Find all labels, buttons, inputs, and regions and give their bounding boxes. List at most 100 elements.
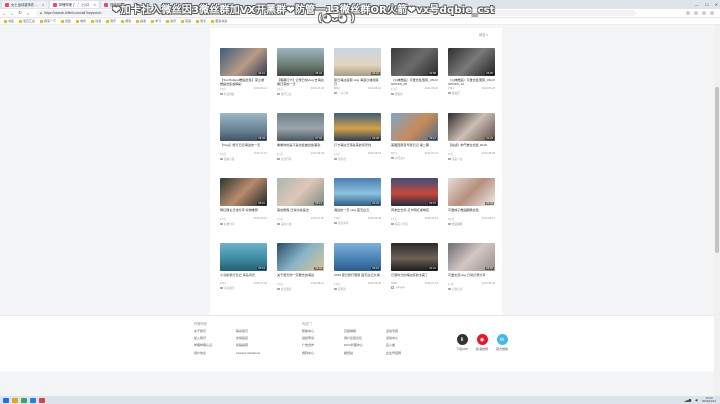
bookmark-item[interactable]: 音乐 [106,19,116,23]
video-title[interactable]: 关于夏天你一定要去的海边 [277,273,324,281]
video-card[interactable]: 04:57 周末出去玩 打卡网红咖啡店 1.1万 2019-06-15 探店小分队 [391,178,438,234]
video-author[interactable]: 旅行日记 [277,92,324,96]
bookmark-item[interactable]: 我来一下 [40,19,56,23]
footer-link[interactable]: 名人堂 [386,343,428,347]
start-menu-icon[interactable] [3,397,9,403]
video-card[interactable]: 03:05 （火神舞蹈）可爱合集混剪_4SUX SHOKS_12 9741 2019-… [448,48,495,104]
video-thumbnail[interactable]: 04:26 [448,113,495,141]
extension-icon[interactable] [694,11,698,15]
maximize-icon[interactable]: ☐ [705,2,709,7]
footer-app-button[interactable]: ✉ 官方微信 [496,334,508,351]
video-title[interactable]: 夏日海边度假 vlog 海浪沙滩和落日 [334,78,381,86]
video-author[interactable]: 生活百科 [277,157,324,161]
bookmark-item[interactable]: 资讯 [166,19,176,23]
footer-link[interactable]: 企业号官网 [386,351,428,355]
footer-link[interactable]: 哔哩哔哩认证 [194,343,236,347]
video-thumbnail[interactable]: 03:16 [334,243,381,271]
video-title[interactable]: 海边的一天 vlog 蓝天白云 [334,208,381,216]
video-card[interactable]: 05:42 【假期打卡】记录日常vlog 去海边看日落的一天 2.1万 2019-07… [277,48,324,104]
video-thumbnail[interactable]: 03:05 [448,48,495,76]
video-title[interactable]: 可爱女孩vlog 日常记录分享 [448,273,495,281]
footer-link[interactable]: 友情链接 [236,336,278,340]
video-card[interactable]: 03:33 海边的一天 vlog 蓝天白云 7712 2019-08-09 蓝色海洋 [334,178,381,234]
video-author[interactable]: 夏日限定 [277,287,324,291]
footer-link[interactable]: MCN管理中心 [344,343,386,347]
bookmark-item[interactable]: 搞笑 [136,19,146,23]
extension-icon[interactable] [702,11,706,15]
video-title[interactable]: 【假期打卡】记录日常vlog 去海边看日落的一天 [277,78,324,86]
video-author[interactable]: 探店小分队 [391,222,438,226]
video-thumbnail[interactable]: 06:05 [448,243,495,271]
video-author[interactable]: 旅拍小组 [220,157,267,161]
video-thumbnail[interactable]: 03:21 [220,48,267,76]
bookmark-item[interactable]: 书签 [4,19,14,23]
footer-link[interactable]: 关于我们 [194,329,236,333]
video-card[interactable]: 08:14 美妆教程 日常淡妆画法 4.4万 2019-07-30 美妆小课 [277,178,324,234]
video-author[interactable]: 舞蹈区 [391,92,438,96]
page-scrollbar[interactable] [714,25,720,396]
footer-app-button[interactable]: ◉ 新浪微博 [476,334,488,351]
tab-close-icon[interactable]: ✕ [93,3,96,7]
volume-icon[interactable]: ◀) [695,398,698,402]
clock[interactable]: 10:04 2019/12/12 [702,397,716,403]
minimize-icon[interactable]: — [695,2,699,7]
browser-tab[interactable]: 女士运动装饰衣 ... ✕ [2,1,48,8]
home-icon[interactable]: ⌂ [24,11,32,16]
video-author[interactable]: 日常记录 [448,287,495,291]
file-explorer-icon[interactable] [12,397,18,403]
browser-tab[interactable]: 哔哩哔哩 (゜-゜)つロ ✕ [49,1,100,8]
footer-link[interactable]: 侵权申诉 [302,336,344,340]
video-thumbnail[interactable]: 02:58 [391,48,438,76]
video-title[interactable]: 美妆教程 日常淡妆画法 [277,208,324,216]
footer-link[interactable]: 高级弹幕 [344,329,386,333]
video-author[interactable]: 风景君 [334,157,381,161]
video-title[interactable]: 日落时分的海边真的太美了 [391,273,438,281]
forward-icon[interactable]: → [8,11,16,16]
extension-icon[interactable] [686,11,690,15]
video-thumbnail[interactable]: 06:33 [220,113,267,141]
video-title[interactable]: 【Vlog】旅行日记海边的一天 [220,143,267,151]
footer-link[interactable]: 用户反馈论坛 [344,336,386,340]
footer-link[interactable]: Investor Relations [236,351,278,355]
video-thumbnail[interactable]: 04:02 [277,243,324,271]
video-card[interactable]: 06:33 【Vlog】旅行日记海边的一天 6.3万 2019-07-15 旅拍小组 [220,113,267,169]
video-author[interactable]: 舞蹈区 [448,91,495,95]
bookmark-item[interactable]: 学习 [151,19,161,23]
video-title[interactable]: 【TomHolland舞蹈合集】荷兰弟舞蹈合集超精彩 [220,78,267,86]
footer-link[interactable]: 活动专题 [386,329,428,333]
footer-app-button[interactable]: ⬇ 下载APP [456,334,468,351]
video-card[interactable]: 02:58 （火神舞蹈）可爱合集混剪_4SUX SHOKS_05 1.2万 2019-… [391,48,438,104]
scrollbar-thumb[interactable] [715,87,719,253]
video-title[interactable]: 2019 夏日旅行混剪 蓝天白云大海 [334,273,381,281]
video-thumbnail[interactable]: 04:57 [391,178,438,206]
footer-link[interactable]: 规则中心 [302,351,344,355]
video-title[interactable]: （火神舞蹈）可爱合集混剪_4SUX SHOKS_12 [448,78,495,86]
bookmark-item[interactable]: 更多书签 [211,19,227,23]
video-thumbnail[interactable]: 05:19 [220,243,267,271]
video-author[interactable]: 美妆小课 [277,222,324,226]
app-taskbar-icon[interactable] [39,397,45,403]
video-card[interactable]: 05:01 网红博主日常分享 好物推荐 2.7万 2019-06-27 好物分享 [220,178,267,234]
video-title[interactable]: 小清新旅行日记 海岛风光 [220,273,267,281]
footer-link[interactable]: 加入我们 [194,336,236,340]
video-title[interactable]: 周末出去玩 打卡网红咖啡店 [391,208,438,216]
footer-link[interactable]: 联系我们 [236,329,278,333]
footer-link[interactable]: 帮助中心 [302,329,344,333]
video-card[interactable]: 04:26 【肖战】帅气舞台合集 2019 12万 2019-08-05 追星少女 [448,113,495,169]
video-title[interactable]: 打卡海边日落最美的风景线 [334,143,381,151]
video-author[interactable]: 蓝色海洋 [334,221,381,225]
video-title[interactable]: 看看你的是不是也会被这些骗到 [277,143,324,151]
bookmark-item[interactable]: 电影 [76,19,86,23]
footer-link[interactable]: 广告合作 [302,343,344,347]
video-card[interactable]: 02:31 日落时分的海边真的太美了 4890 2019-07-19 _jiangge [391,243,438,299]
video-author[interactable]: 追星少女 [448,157,495,161]
video-card[interactable]: 04:10 夏日海边度假 vlog 海浪沙滩和落日 8832 2019-08-02 一只… [334,48,381,104]
refresh-icon[interactable]: ↻ [16,10,24,16]
video-thumbnail[interactable]: 09:12 [391,113,438,141]
footer-link[interactable]: 投稿指南 [236,343,278,347]
video-title[interactable]: 网红博主日常分享 好物推荐 [220,208,267,216]
app-taskbar-icon[interactable] [30,397,36,403]
video-author[interactable]: 抖音舞蹈 [220,92,267,96]
video-card[interactable]: 05:19 小清新旅行日记 海岛风光 9321 2019-07-08 海岛旅行 [220,243,267,299]
bookmark-item[interactable]: 知乎 [196,19,206,23]
